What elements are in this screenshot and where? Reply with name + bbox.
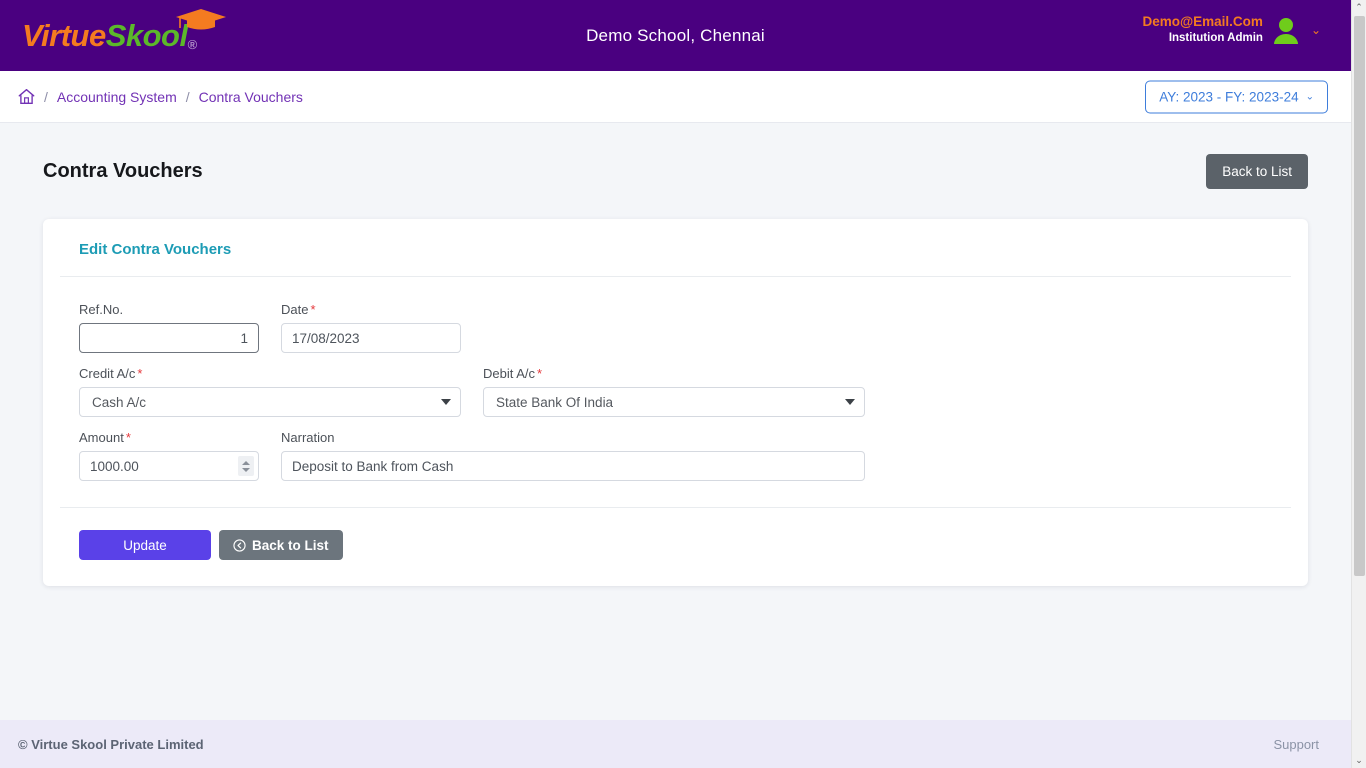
breadcrumb-separator-2: / bbox=[185, 88, 190, 105]
field-label-text: Amount bbox=[79, 430, 124, 445]
breadcrumb-item-accounting-system[interactable]: Accounting System bbox=[57, 89, 177, 105]
main-content: Contra Vouchers Back to List Edit Contra… bbox=[0, 123, 1351, 720]
support-link[interactable]: Support bbox=[1273, 737, 1319, 752]
field-label-text: Ref.No. bbox=[79, 302, 124, 317]
scrollbar-up-arrow[interactable]: ⌃ bbox=[1352, 0, 1366, 15]
field-credit-ac: Credit A/c * Cash A/c bbox=[79, 367, 461, 417]
field-label-ref-no: Ref.No. bbox=[79, 303, 259, 316]
circle-arrow-left-icon bbox=[233, 538, 246, 552]
debit-ac-selected-value: State Bank Of India bbox=[496, 394, 614, 410]
field-label-text: Debit A/c bbox=[483, 366, 536, 381]
field-date: Date * bbox=[281, 303, 461, 353]
card-header: Edit Contra Vouchers bbox=[43, 219, 1308, 276]
academic-year-label: AY: 2023 - FY: 2023-24 bbox=[1159, 89, 1299, 104]
field-label-debit-ac: Debit A/c * bbox=[483, 367, 865, 380]
page-footer: © Virtue Skool Private Limited Support bbox=[0, 720, 1351, 768]
app-window: VirtueSkool® Demo School, Chennai Demo@E… bbox=[0, 0, 1351, 768]
debit-ac-select-wrap: State Bank Of India bbox=[483, 387, 865, 417]
field-label-credit-ac: Credit A/c * bbox=[79, 367, 461, 380]
amount-input-wrap bbox=[79, 451, 259, 481]
amount-input[interactable] bbox=[79, 451, 259, 481]
home-icon[interactable] bbox=[18, 88, 35, 105]
user-email: Demo@Email.Com bbox=[1142, 14, 1263, 29]
vertical-scrollbar[interactable]: ⌃ ⌄ bbox=[1351, 0, 1366, 768]
user-info: Demo@Email.Com Institution Admin bbox=[1142, 14, 1262, 45]
breadcrumb-bar: / Accounting System / Contra Vouchers AY… bbox=[0, 71, 1351, 123]
back-to-list-button[interactable]: Back to List bbox=[219, 530, 343, 560]
edit-contra-voucher-card: Edit Contra Vouchers Ref.No. Date* bbox=[43, 219, 1308, 586]
narration-input[interactable] bbox=[281, 451, 865, 481]
stepper-up-arrow[interactable] bbox=[242, 460, 250, 465]
credit-ac-select[interactable]: Cash A/c bbox=[79, 387, 461, 417]
form-row-3: Amount* Narration bbox=[79, 431, 1272, 481]
page-title: Contra Vouchers bbox=[43, 159, 203, 182]
field-label-text: Narration bbox=[281, 430, 335, 445]
credit-ac-select-wrap: Cash A/c bbox=[79, 387, 461, 417]
field-narration: Narration bbox=[281, 431, 865, 481]
user-avatar-icon[interactable] bbox=[1273, 16, 1299, 44]
academic-year-selector[interactable]: AY: 2023 - FY: 2023-24 ⌄ bbox=[1145, 80, 1328, 113]
field-debit-ac: Debit A/c * State Bank Of India bbox=[483, 367, 865, 417]
field-label-date: Date * bbox=[281, 303, 461, 316]
breadcrumb-item-contra-vouchers[interactable]: Contra Vouchers bbox=[199, 89, 303, 105]
copyright-text: © Virtue Skool Private Limited bbox=[18, 736, 204, 752]
contra-voucher-form: Ref.No. Date* Credit bbox=[43, 277, 1308, 481]
user-role: Institution Admin bbox=[1168, 31, 1263, 44]
breadcrumb-separator-1: / bbox=[44, 88, 48, 105]
debit-ac-select[interactable]: State Bank Of India bbox=[483, 387, 865, 417]
user-menu[interactable]: Demo@Email.Com Institution Admin ⌄ bbox=[1142, 14, 1321, 45]
page-header: Contra Vouchers Back to List bbox=[43, 123, 1308, 219]
field-ref-no: Ref.No. bbox=[79, 303, 259, 353]
ref-no-input[interactable] bbox=[79, 323, 259, 353]
date-input[interactable] bbox=[281, 323, 461, 353]
scrollbar-down-arrow[interactable]: ⌄ bbox=[1352, 753, 1366, 768]
back-to-list-top-button[interactable]: Back to List bbox=[1206, 153, 1308, 189]
chevron-down-icon: ⌄ bbox=[1305, 91, 1314, 102]
stepper-down-arrow[interactable] bbox=[242, 467, 250, 472]
scrollbar-thumb[interactable] bbox=[1354, 16, 1365, 576]
back-to-list-label: Back to List bbox=[252, 537, 329, 553]
spinner-updown-icon[interactable] bbox=[238, 456, 254, 476]
form-actions: Update Back to List bbox=[43, 508, 1308, 586]
top-header-bar: VirtueSkool® Demo School, Chennai Demo@E… bbox=[0, 0, 1351, 71]
form-row-2: Credit A/c * Cash A/c Debit A/c * State … bbox=[79, 367, 1272, 417]
update-button[interactable]: Update bbox=[79, 530, 211, 560]
breadcrumb: / Accounting System / Contra Vouchers bbox=[18, 88, 303, 105]
field-amount: Amount * bbox=[79, 431, 259, 481]
field-label-amount: Amount * bbox=[79, 431, 259, 444]
required-marker: * bbox=[310, 302, 316, 317]
card-title: Edit Contra Vouchers bbox=[79, 241, 232, 258]
field-label-text: Credit A/c bbox=[79, 366, 136, 381]
form-row-1: Ref.No. Date* bbox=[79, 303, 1272, 353]
required-marker: * bbox=[125, 430, 131, 445]
field-label-narration: Narration bbox=[281, 431, 865, 444]
chevron-down-icon[interactable]: ⌄ bbox=[1311, 23, 1321, 37]
credit-ac-selected-value: Cash A/c bbox=[92, 394, 147, 410]
required-marker: * bbox=[137, 366, 143, 381]
field-label-text: Date bbox=[281, 302, 309, 317]
required-marker: * bbox=[537, 366, 543, 381]
